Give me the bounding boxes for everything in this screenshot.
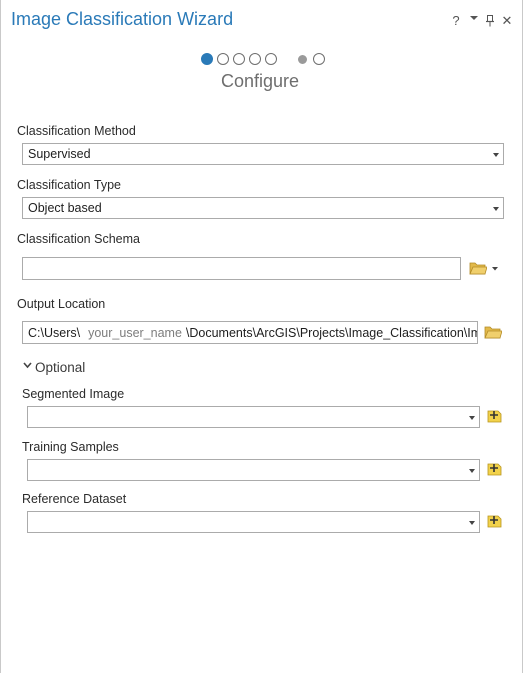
step-dot-5[interactable] [265,53,277,65]
dropdown-arrow-icon [493,153,499,157]
reference-dataset-dropdown[interactable] [27,511,480,533]
output-browse-button[interactable] [484,325,503,341]
classification-type-value: Object based [28,201,102,215]
segmented-image-add-button[interactable] [487,408,505,424]
dropdown-arrow-icon [469,416,475,420]
folder-icon [469,262,488,275]
help-button[interactable]: ? [449,12,463,30]
dropdown-arrow-icon [493,207,499,211]
chevron-down-icon [23,362,32,369]
output-location-value: C:\Users\ your_user_name \Documents\ArcGIS… [28,326,478,340]
output-path-suffix: \Documents\ArcGIS\Projects\Image_Classif… [185,326,478,340]
classification-method-value: Supervised [28,147,91,161]
output-path-prefix: C:\Users\ [28,326,81,340]
pin-icon [486,15,494,27]
add-data-icon [487,463,502,476]
dropdown-arrow-icon [469,469,475,473]
classification-method-dropdown[interactable]: Supervised [22,143,504,165]
training-samples-add-button[interactable] [487,461,505,477]
training-samples-dropdown[interactable] [27,459,480,481]
output-location-label: Output Location [17,297,106,311]
classification-method-label: Classification Method [17,124,136,138]
dropdown-arrow-icon [469,521,475,525]
step-dot-1[interactable] [201,53,213,65]
classification-type-dropdown[interactable]: Object based [22,197,504,219]
segmented-image-dropdown[interactable] [27,406,480,428]
step-dot-7[interactable] [313,53,325,65]
reference-dataset-add-button[interactable] [487,513,505,529]
optional-section-label: Optional [35,360,86,375]
schema-browse-button[interactable] [469,261,501,277]
segmented-image-label: Segmented Image [22,387,125,401]
folder-icon [484,326,503,339]
step-dot-6[interactable] [298,54,307,64]
auto-hide-button[interactable] [483,12,497,30]
training-samples-label: Training Samples [22,440,119,454]
classification-schema-input[interactable] [22,257,461,280]
output-path-user: your_user_name [88,326,182,340]
close-button[interactable]: ✕ [500,12,514,30]
classification-type-label: Classification Type [17,178,121,192]
output-location-input[interactable]: C:\Users\ your_user_name \Documents\ArcGIS… [22,321,478,344]
step-dot-3[interactable] [233,53,245,65]
step-dot-4[interactable] [249,53,261,65]
reference-dataset-label: Reference Dataset [22,492,127,506]
step-dot-2[interactable] [217,53,229,65]
image-classification-wizard-pane: Image Classification Wizard ? ✕ Configur… [0,0,523,673]
add-data-icon [487,410,502,423]
chevron-down-icon [492,267,498,271]
add-data-icon [487,515,502,528]
chevron-down-icon [470,16,478,20]
pane-title: Image Classification Wizard [11,9,234,29]
classification-schema-label: Classification Schema [17,232,140,246]
options-menu-button[interactable] [467,12,481,30]
step-title: Configure [220,71,300,91]
